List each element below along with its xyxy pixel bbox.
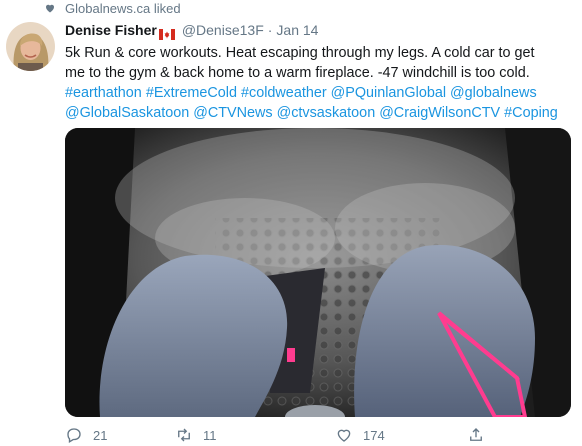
hashtag-link[interactable]: #Coping <box>504 105 558 121</box>
tweet-actions: 21 11 174 <box>65 425 525 445</box>
tweet-header: Denise Fisher @Denise13F · Jan 14 <box>65 20 575 40</box>
tag-line: #earthathon #ExtremeCold #coldweather @P… <box>65 83 575 103</box>
tweet-date[interactable]: Jan 14 <box>276 20 318 40</box>
text-line: 5k Run & core workouts. Heat escaping th… <box>65 45 535 61</box>
reply-button[interactable]: 21 <box>65 425 107 445</box>
like-button[interactable]: 174 <box>335 425 385 445</box>
reply-count: 21 <box>93 427 108 443</box>
heart-icon <box>46 4 54 13</box>
hashtag-link[interactable]: #coldweather <box>241 85 327 101</box>
car-footwell-steam-image <box>65 128 571 417</box>
separator: · <box>267 22 273 38</box>
text-line: me to the gym & back home to a warm fire… <box>65 65 530 81</box>
tweet-media-photo[interactable] <box>65 128 571 417</box>
mention-link[interactable]: @GlobalSaskatoon <box>65 105 189 121</box>
avatar[interactable] <box>6 22 55 71</box>
retweet-count: 11 <box>203 427 217 443</box>
hashtag-link[interactable]: #ExtremeCold <box>146 85 237 101</box>
share-icon <box>470 428 482 441</box>
tag-line: @GlobalSaskatoon @CTVNews @ctvsaskatoon … <box>65 103 575 123</box>
canada-flag-icon <box>158 25 175 40</box>
like-count: 174 <box>363 427 385 443</box>
mention-link[interactable]: @globalnews <box>450 85 537 101</box>
user-handle[interactable]: @Denise13F <box>182 20 264 40</box>
hashtag-link[interactable]: #earthathon <box>65 85 142 101</box>
mention-link[interactable]: @ctvsaskatoon <box>277 105 376 121</box>
mention-link[interactable]: @CTVNews <box>193 105 272 121</box>
share-button[interactable] <box>467 425 495 445</box>
liked-by-text: Globalnews.ca liked <box>65 0 181 16</box>
avatar-photo <box>6 22 55 71</box>
tweet[interactable]: Denise Fisher @Denise13F · Jan 14 5k Run… <box>65 20 575 123</box>
social-context[interactable]: Globalnews.ca liked <box>44 0 181 16</box>
mention-link[interactable]: @CraigWilsonCTV <box>379 105 500 121</box>
retweet-button[interactable]: 11 <box>175 425 217 445</box>
mention-link[interactable]: @PQuinlanGlobal <box>331 85 446 101</box>
reply-icon <box>67 428 81 443</box>
heart-outline-icon <box>337 429 351 442</box>
tweet-text: 5k Run & core workouts. Heat escaping th… <box>65 43 575 123</box>
retweet-icon <box>178 428 190 442</box>
display-name[interactable]: Denise Fisher <box>65 20 157 40</box>
